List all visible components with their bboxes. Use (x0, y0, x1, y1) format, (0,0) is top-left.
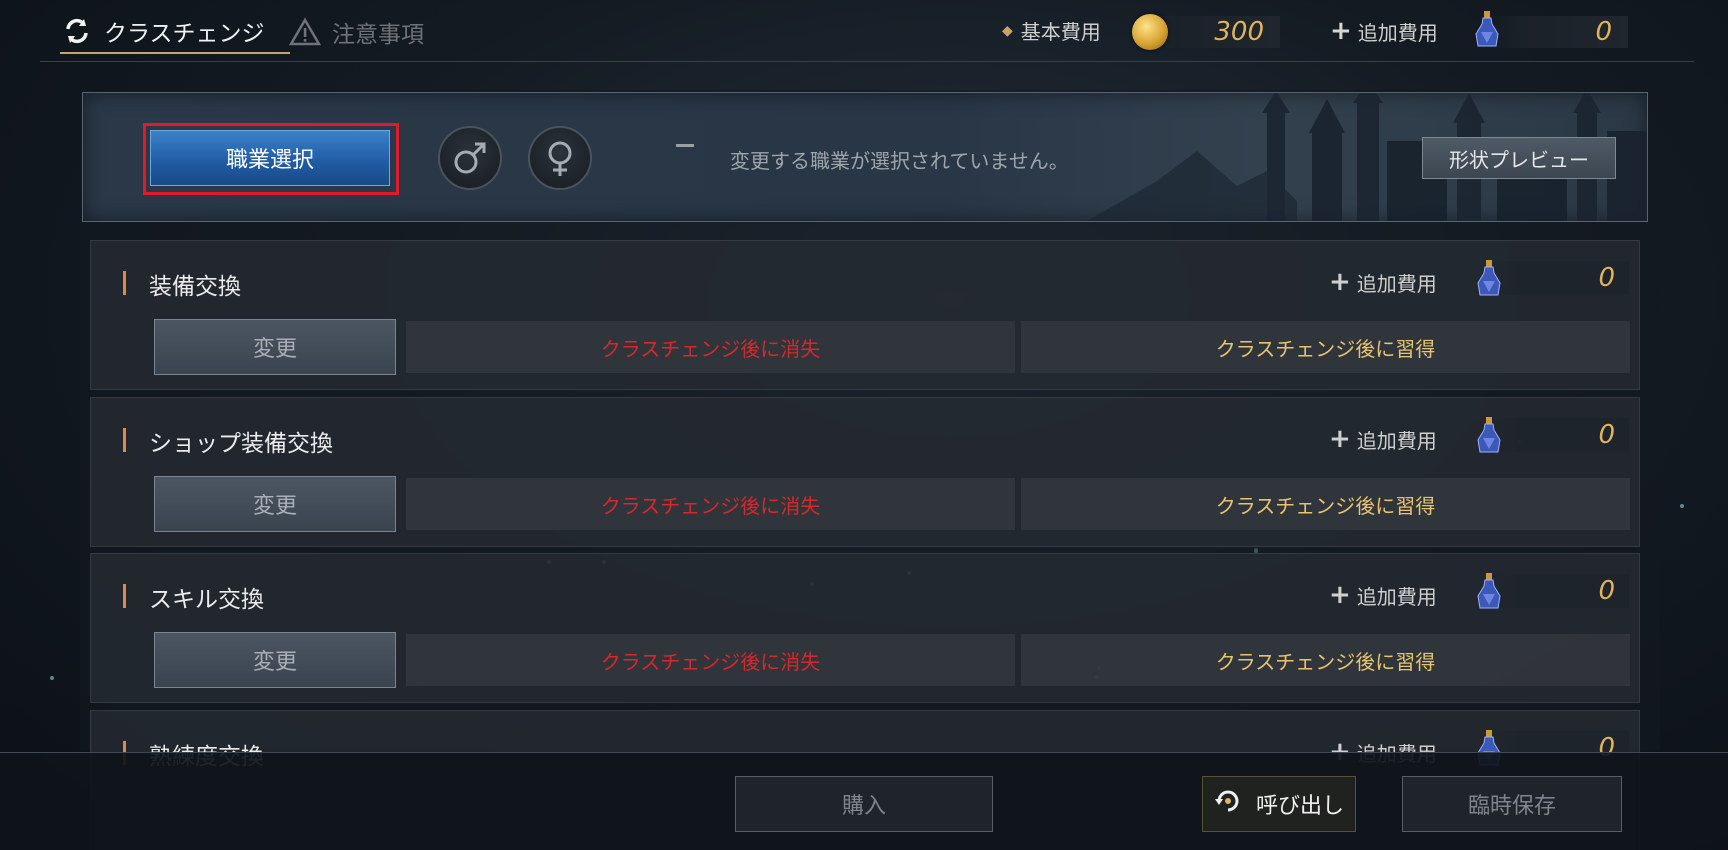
recall-button[interactable]: 呼び出し (1202, 776, 1356, 832)
gained-after-change-box: クラスチェンジ後に習得 (1021, 634, 1630, 686)
section-marker (123, 271, 126, 295)
base-cost-text: 基本費用 (1020, 20, 1101, 44)
plus-icon: + (1330, 16, 1352, 46)
male-button[interactable] (438, 126, 502, 190)
section-shop-equipment-exchange: ショップ装備交換 + 追加費用 0 変更 クラスチェンジ後に消失 クラスチェンジ… (90, 397, 1640, 547)
extra-cost-value: 0 (1484, 16, 1628, 48)
section-extra-cost-text: 追加費用 (1356, 584, 1437, 609)
potion-icon (1477, 417, 1501, 453)
lost-after-change-box: クラスチェンジ後に消失 (406, 478, 1015, 530)
section-extra-cost-label: + 追加費用 (1329, 580, 1437, 610)
job-status-dash (676, 144, 694, 147)
potion-icon (1477, 573, 1501, 609)
potion-icon (1475, 11, 1499, 47)
section-equipment-exchange: 装備交換 + 追加費用 0 変更 クラスチェンジ後に消失 クラスチェンジ後に習得 (90, 240, 1640, 390)
section-marker (123, 584, 126, 608)
female-button[interactable] (528, 126, 592, 190)
section-extra-cost-label: + 追加費用 (1329, 424, 1437, 454)
lost-after-change-box: クラスチェンジ後に消失 (406, 634, 1015, 686)
tab-label: クラスチェンジ (104, 21, 265, 47)
diamond-marker-icon: ◆ (1002, 22, 1013, 39)
plus-icon: + (1329, 267, 1351, 297)
gained-after-change-box: クラスチェンジ後に習得 (1021, 321, 1630, 373)
male-symbol-icon (454, 142, 486, 174)
extra-cost-label: + 追加費用 (1330, 16, 1438, 46)
tab-class-change[interactable]: クラスチェンジ (60, 10, 290, 54)
extra-cost-text: 追加費用 (1357, 20, 1438, 45)
temp-save-button[interactable]: 臨時保存 (1402, 776, 1622, 832)
section-marker (123, 428, 126, 452)
plus-icon: + (1329, 424, 1351, 454)
refresh-icon (1214, 787, 1242, 821)
section-title: 装備交換 (149, 274, 241, 300)
female-symbol-icon (548, 141, 572, 176)
base-cost-label: ◆ 基本費用 (1002, 16, 1101, 45)
job-status-text: 変更する職業が選択されていません。 (730, 149, 1069, 173)
gained-after-change-box: クラスチェンジ後に習得 (1021, 478, 1630, 530)
section-extra-cost-value: 0 (1481, 574, 1629, 608)
warning-icon (288, 15, 322, 49)
section-extra-cost-text: 追加費用 (1356, 428, 1437, 453)
tab-notes[interactable]: 注意事項 (288, 10, 508, 54)
plus-icon: + (1329, 580, 1351, 610)
section-extra-cost-text: 追加費用 (1356, 271, 1437, 296)
refresh-icon (60, 14, 94, 48)
change-button[interactable]: 変更 (154, 632, 396, 688)
section-title: ショップ装備交換 (149, 431, 333, 457)
gold-coin-icon (1132, 14, 1168, 50)
buy-button[interactable]: 購入 (735, 776, 993, 832)
tab-label: 注意事項 (332, 22, 424, 48)
shape-preview-button[interactable]: 形状プレビュー (1422, 137, 1616, 179)
potion-icon (1477, 260, 1501, 296)
section-extra-cost-value: 0 (1481, 261, 1629, 295)
lost-after-change-box: クラスチェンジ後に消失 (406, 321, 1015, 373)
section-skill-exchange: スキル交換 + 追加費用 0 変更 クラスチェンジ後に消失 クラスチェンジ後に習… (90, 553, 1640, 703)
job-select-button[interactable]: 職業選択 (150, 130, 390, 186)
change-button[interactable]: 変更 (154, 319, 396, 375)
change-button[interactable]: 変更 (154, 476, 396, 532)
section-title: スキル交換 (149, 587, 264, 613)
section-extra-cost-label: + 追加費用 (1329, 267, 1437, 297)
recall-label: 呼び出し (1255, 794, 1344, 819)
section-extra-cost-value: 0 (1481, 418, 1629, 452)
